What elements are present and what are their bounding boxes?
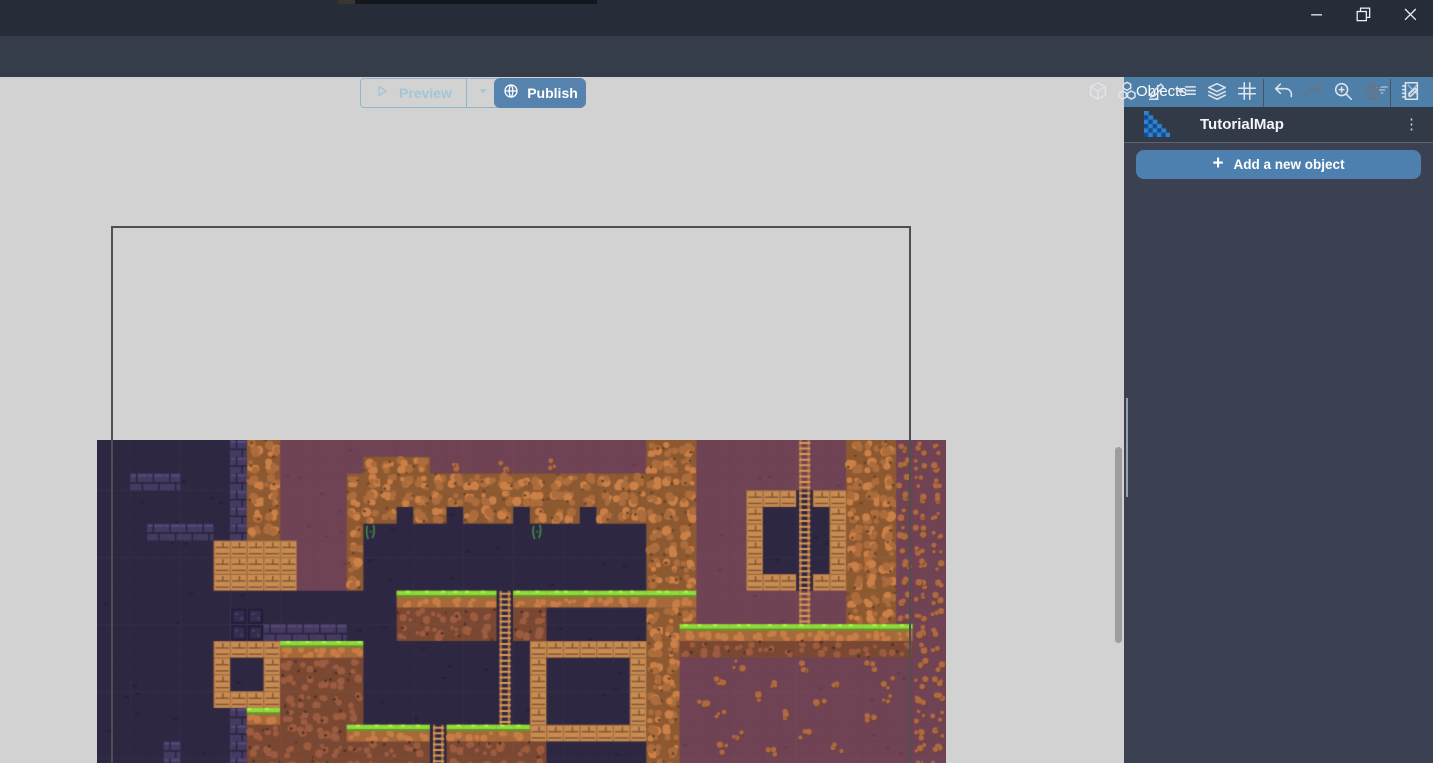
trash-icon bbox=[1362, 80, 1384, 107]
object-groups-button[interactable] bbox=[1114, 80, 1140, 106]
publish-label: Publish bbox=[527, 85, 578, 101]
panel-scrollbar[interactable] bbox=[1126, 398, 1128, 497]
chevron-down-icon bbox=[476, 84, 490, 103]
tilemap-object-thumbnail bbox=[1144, 111, 1170, 137]
zoom-in-icon bbox=[1332, 80, 1354, 107]
publish-button[interactable]: Publish bbox=[494, 78, 586, 108]
journal-edit-icon bbox=[1399, 80, 1421, 107]
add-object-button[interactable]: + Add a new object bbox=[1136, 150, 1421, 179]
preview-button[interactable]: Preview bbox=[360, 78, 500, 108]
instances-list-icon bbox=[1176, 80, 1198, 107]
objects-editor-button[interactable] bbox=[1085, 80, 1111, 106]
tab-strip-fragment bbox=[338, 0, 355, 4]
restore-icon bbox=[1353, 4, 1373, 29]
titlebar bbox=[0, 0, 1433, 36]
row-separator bbox=[1124, 142, 1433, 143]
kebab-menu-icon[interactable]: ⋮ bbox=[1404, 107, 1419, 142]
restore-button[interactable] bbox=[1340, 0, 1386, 32]
cube-icon bbox=[1087, 80, 1109, 107]
play-icon bbox=[373, 82, 391, 105]
layers-button[interactable] bbox=[1204, 80, 1230, 106]
minimize-icon bbox=[1307, 4, 1327, 29]
edit-properties-button[interactable] bbox=[1144, 80, 1170, 106]
toolbar-separator bbox=[1263, 79, 1264, 107]
grid-icon bbox=[1236, 80, 1258, 107]
toolbar: Preview Publish bbox=[0, 36, 1433, 77]
minimize-button[interactable] bbox=[1294, 0, 1340, 32]
tab-strip-fragment-dark bbox=[355, 0, 597, 4]
instances-list-button[interactable] bbox=[1174, 80, 1200, 106]
add-object-label: Add a new object bbox=[1234, 157, 1345, 172]
scene-window-frame bbox=[111, 226, 911, 763]
undo-button[interactable] bbox=[1271, 80, 1297, 106]
undo-icon bbox=[1273, 80, 1295, 107]
redo-icon bbox=[1302, 80, 1324, 107]
preview-label: Preview bbox=[399, 85, 452, 101]
globe-icon bbox=[502, 82, 520, 105]
scene-editor-canvas[interactable] bbox=[0, 77, 1124, 763]
preview-button-main[interactable]: Preview bbox=[361, 79, 466, 107]
delete-button[interactable] bbox=[1360, 80, 1386, 106]
close-button[interactable] bbox=[1387, 0, 1433, 32]
grid-button[interactable] bbox=[1234, 80, 1260, 106]
object-list-item[interactable]: TutorialMap ⋮ bbox=[1124, 107, 1433, 142]
objects-panel: Objects TutorialMap ⋮ + Add a new object bbox=[1124, 77, 1433, 763]
zoom-in-button[interactable] bbox=[1330, 80, 1356, 106]
pencil-icon bbox=[1146, 80, 1168, 107]
toolbar-separator bbox=[1390, 79, 1391, 107]
layers-icon bbox=[1206, 80, 1228, 107]
cubes-icon bbox=[1116, 80, 1138, 107]
close-icon bbox=[1400, 4, 1420, 29]
scene-properties-button[interactable] bbox=[1397, 80, 1423, 106]
redo-button[interactable] bbox=[1300, 80, 1326, 106]
canvas-vertical-scrollbar[interactable] bbox=[1115, 447, 1122, 643]
plus-icon: + bbox=[1212, 154, 1223, 173]
object-name: TutorialMap bbox=[1200, 107, 1284, 142]
